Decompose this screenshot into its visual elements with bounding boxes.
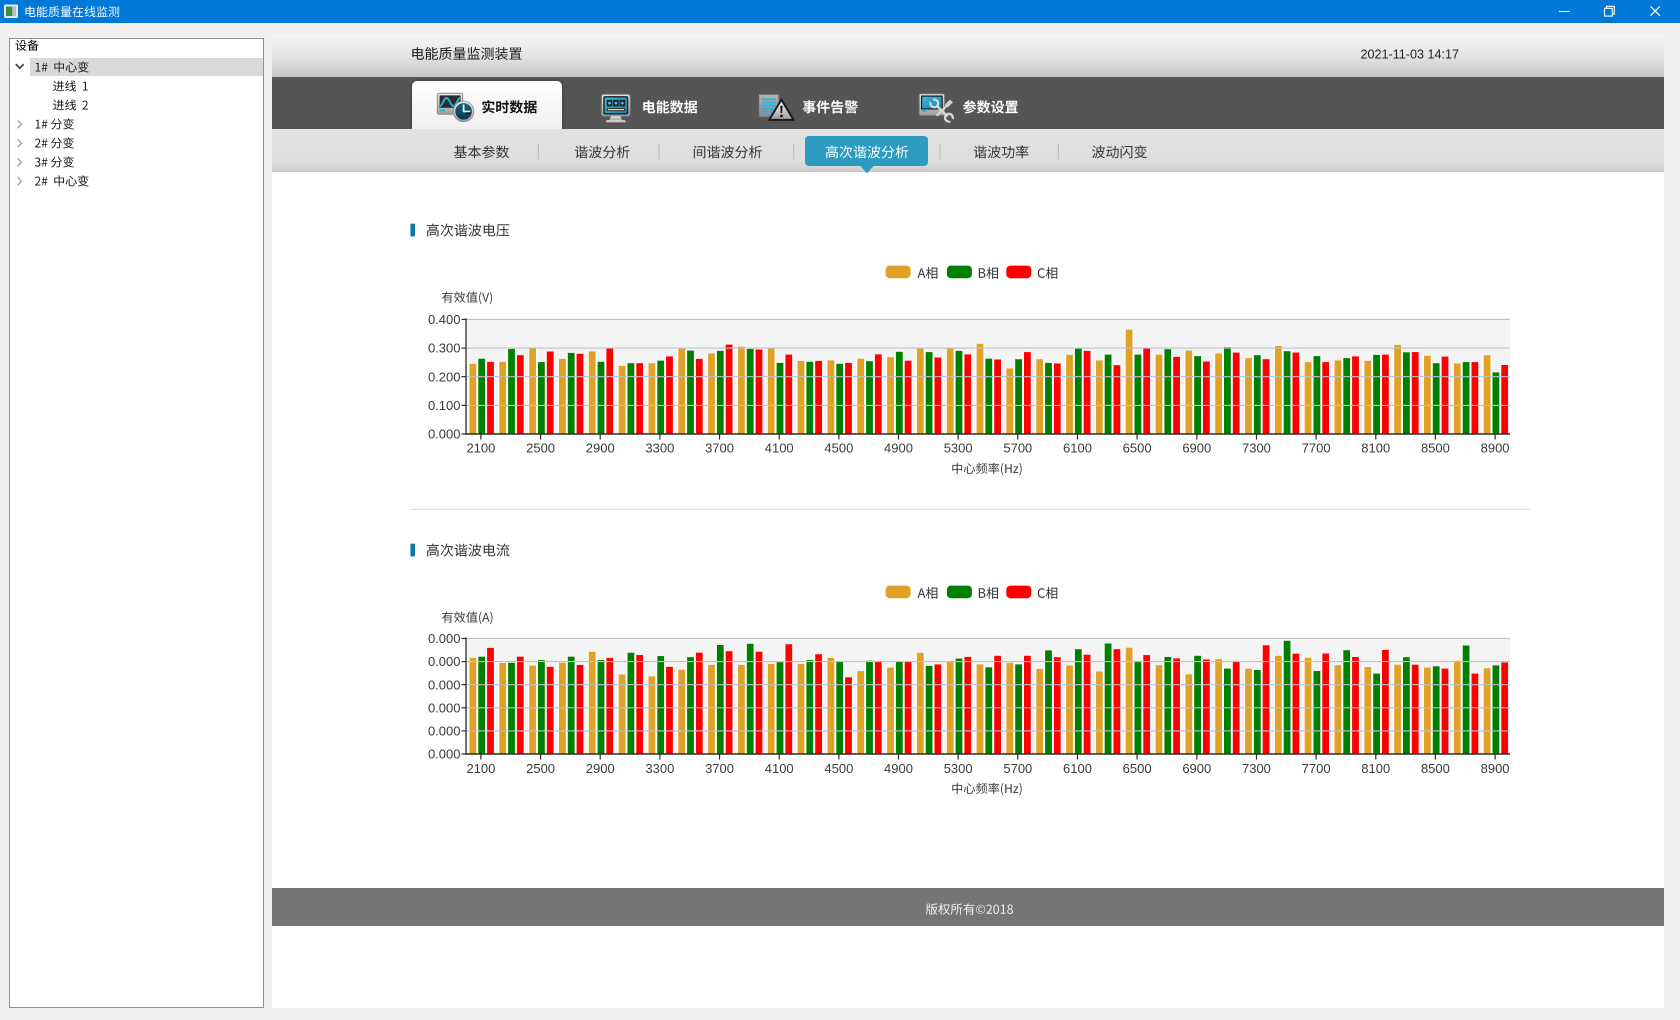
svg-text:5700: 5700 [1003, 440, 1032, 455]
svg-text:0.000: 0.000 [428, 700, 461, 715]
svg-text:0.000: 0.000 [428, 427, 461, 442]
svg-text:7700: 7700 [1302, 761, 1331, 776]
svg-text:4500: 4500 [824, 440, 853, 455]
svg-text:4900: 4900 [884, 761, 913, 776]
svg-text:7300: 7300 [1242, 761, 1271, 776]
svg-text:0.100: 0.100 [428, 398, 461, 413]
svg-text:7700: 7700 [1302, 440, 1331, 455]
svg-text:0.000: 0.000 [428, 677, 461, 692]
svg-text:2100: 2100 [466, 761, 495, 776]
svg-text:2500: 2500 [526, 761, 555, 776]
svg-text:4100: 4100 [765, 440, 794, 455]
svg-text:6900: 6900 [1182, 761, 1211, 776]
svg-text:4500: 4500 [824, 761, 853, 776]
svg-text:0.000: 0.000 [428, 747, 461, 762]
svg-text:6100: 6100 [1063, 440, 1092, 455]
svg-text:8100: 8100 [1361, 440, 1390, 455]
svg-text:2100: 2100 [466, 440, 495, 455]
svg-text:0.000: 0.000 [428, 654, 461, 669]
svg-text:5700: 5700 [1003, 761, 1032, 776]
svg-text:3700: 3700 [705, 761, 734, 776]
svg-text:0.000: 0.000 [428, 724, 461, 739]
svg-text:5300: 5300 [944, 761, 973, 776]
svg-text:6500: 6500 [1123, 761, 1152, 776]
svg-text:2021-11-03 14:17: 2021-11-03 14:17 [1361, 48, 1460, 62]
svg-text:4900: 4900 [884, 440, 913, 455]
svg-text:2900: 2900 [586, 761, 615, 776]
svg-text:7300: 7300 [1242, 440, 1271, 455]
svg-text:6500: 6500 [1123, 440, 1152, 455]
svg-text:0.400: 0.400 [428, 312, 461, 327]
svg-text:8900: 8900 [1481, 440, 1510, 455]
svg-text:2500: 2500 [526, 440, 555, 455]
svg-text:3700: 3700 [705, 440, 734, 455]
svg-text:0.300: 0.300 [428, 341, 461, 356]
svg-text:0.000: 0.000 [428, 631, 461, 646]
svg-text:3300: 3300 [645, 440, 674, 455]
svg-text:8100: 8100 [1361, 761, 1390, 776]
svg-text:4100: 4100 [765, 761, 794, 776]
svg-text:8500: 8500 [1421, 761, 1450, 776]
svg-text:6100: 6100 [1063, 761, 1092, 776]
svg-text:6900: 6900 [1182, 440, 1211, 455]
svg-text:0.200: 0.200 [428, 369, 461, 384]
svg-text:8900: 8900 [1481, 761, 1510, 776]
svg-text:5300: 5300 [944, 440, 973, 455]
svg-text:2900: 2900 [586, 440, 615, 455]
svg-text:3300: 3300 [645, 761, 674, 776]
svg-text:8500: 8500 [1421, 440, 1450, 455]
